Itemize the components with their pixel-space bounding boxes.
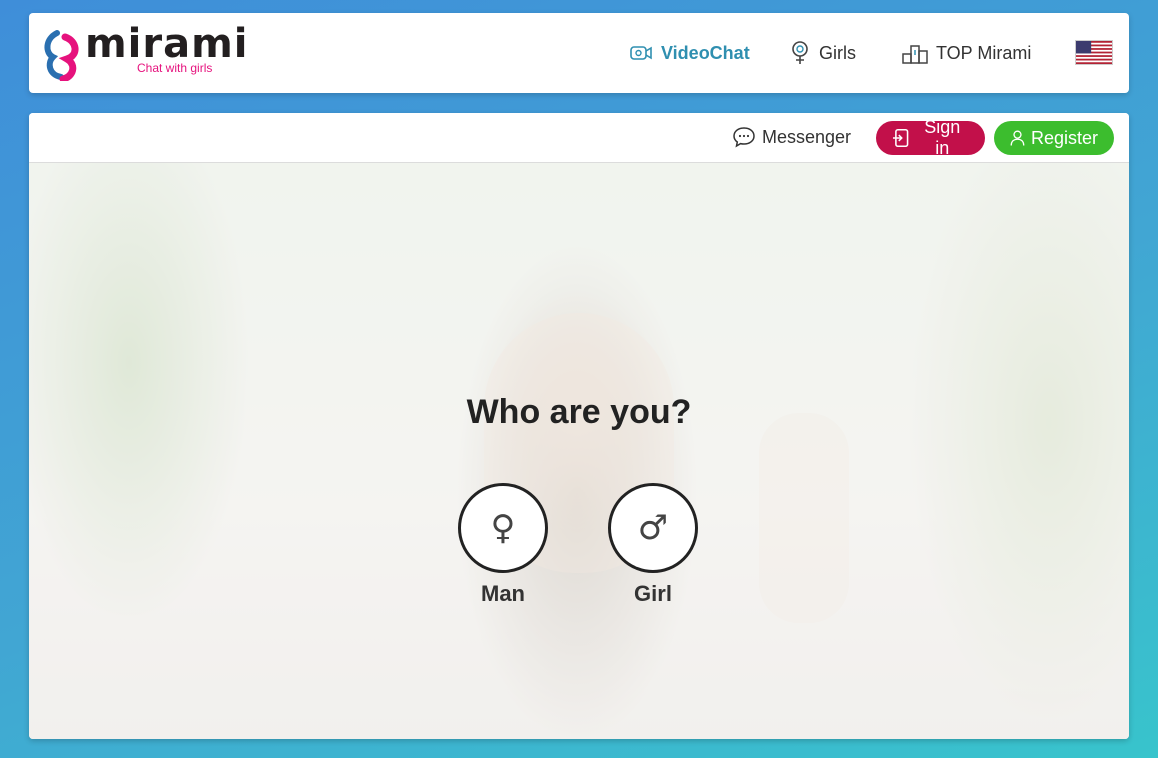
girl-profile-icon	[792, 41, 808, 64]
nav-videochat-label: VideoChat	[661, 42, 750, 63]
sign-in-icon	[892, 128, 909, 148]
site-header: mirami Chat with girls VideoChat Girls T…	[29, 13, 1129, 93]
hero-background-photo: Who are you? ♀ Man ♂ Girl	[29, 163, 1129, 739]
gender-label-man: Man	[481, 581, 525, 606]
gender-option-girl[interactable]: ♂ Girl	[608, 483, 698, 607]
nav-top-mirami-label: TOP Mirami	[936, 42, 1032, 63]
top-bar: Messenger Sign in Register	[29, 113, 1129, 163]
gender-label-girl: Girl	[634, 581, 672, 606]
video-camera-icon	[630, 46, 652, 60]
logo-tagline: Chat with girls	[137, 61, 213, 75]
user-icon	[1010, 130, 1025, 146]
gender-option-man[interactable]: ♀ Man	[458, 483, 548, 607]
register-button[interactable]: Register	[994, 121, 1114, 155]
hero-overlay	[29, 163, 1129, 739]
nav-top-mirami[interactable]: TOP Mirami	[902, 13, 1031, 93]
chat-bubble-icon	[733, 127, 755, 148]
messenger-label: Messenger	[762, 126, 852, 147]
podium-icon	[902, 45, 928, 64]
gender-circle-man[interactable]: ♀	[458, 483, 548, 573]
register-label: Register	[1030, 127, 1098, 148]
main-card: Messenger Sign in Register Who are you? …	[29, 113, 1129, 739]
logo-mark-icon	[44, 30, 79, 81]
mars-icon: ♂	[637, 508, 669, 548]
nav-girls[interactable]: Girls	[789, 13, 856, 93]
sign-in-label: Sign in	[924, 117, 961, 158]
nav-girls-label: Girls	[819, 42, 856, 63]
hero-question: Who are you?	[466, 393, 692, 431]
gender-circle-girl[interactable]: ♂	[608, 483, 698, 573]
messenger-link[interactable]: Messenger	[732, 125, 851, 149]
us-flag-icon[interactable]	[1075, 40, 1113, 65]
nav-videochat[interactable]: VideoChat	[629, 13, 750, 93]
mirami-logo[interactable]: mirami Chat with girls	[43, 21, 248, 85]
sign-in-button[interactable]: Sign in	[876, 117, 985, 158]
venus-icon: ♀	[490, 508, 516, 548]
